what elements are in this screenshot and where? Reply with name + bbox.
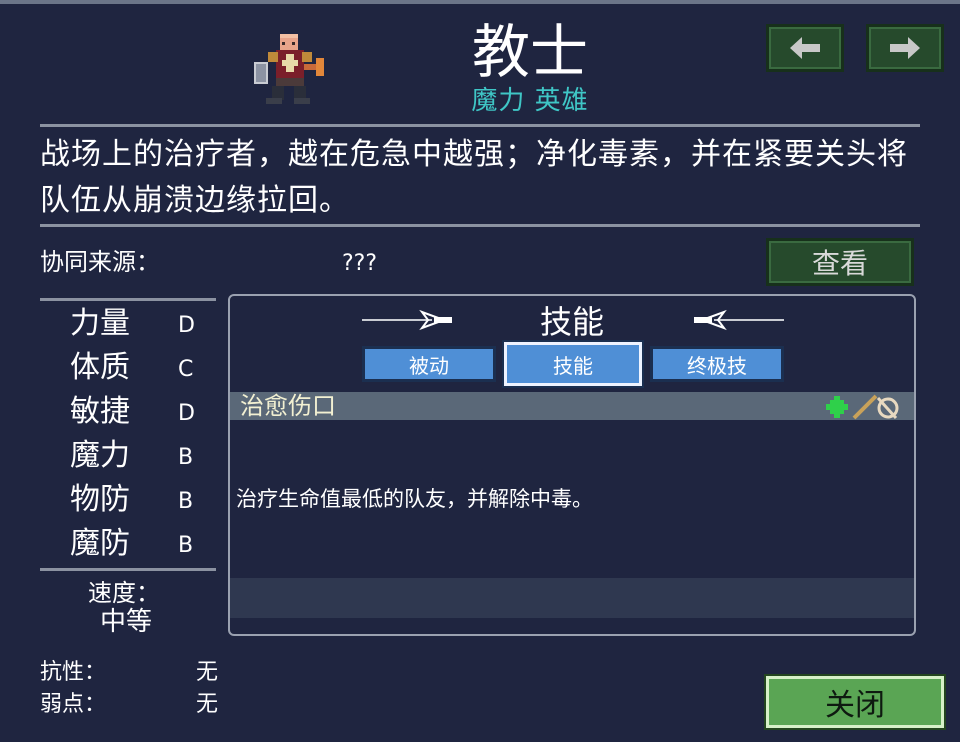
stat-row: 魔防 B [40, 522, 216, 566]
arrow-ornament-icon [694, 309, 784, 331]
skills-panel: 技能 被动 技能 终极技 治愈伤口 治疗生命值最低的队友，并解除中毒。 [228, 294, 916, 636]
stat-grade: D [178, 401, 195, 426]
hero-class-subtitle: 魔力 英雄 [471, 86, 589, 116]
tab-ultimate[interactable]: 终极技 [650, 346, 784, 382]
stat-row: 物防 B [40, 478, 216, 522]
speed-label: 速度： [88, 579, 160, 607]
stat-grade: B [178, 445, 194, 470]
stat-grade: D [178, 313, 195, 338]
speed-value: 中等 [100, 607, 153, 637]
resistance-label: 抗性： [40, 660, 107, 685]
stat-row: 力量 D [40, 302, 216, 346]
stat-row: 敏捷 D [40, 390, 216, 434]
synergy-value: ??? [342, 251, 378, 276]
hero-name: 教士 [471, 18, 588, 86]
weakness-label: 弱点： [40, 692, 107, 717]
stat-row: 魔力 B [40, 434, 216, 478]
next-hero-button[interactable] [866, 24, 944, 72]
stat-name: 魔力 [70, 438, 130, 473]
skill-tag-icons [826, 394, 899, 420]
stat-name: 敏捷 [70, 394, 130, 429]
hero-detail-screen: 教士 魔力 英雄 战场上的治疗者，越在危急中越强；净化毒素，并在紧要关头将队伍从… [0, 0, 960, 742]
stats-divider-bottom [40, 568, 216, 571]
stats-list: 力量 D 体质 C 敏捷 D 魔力 B 物防 B 魔防 B [40, 302, 216, 566]
stat-row: 体质 C [40, 346, 216, 390]
divider-mid [40, 224, 920, 227]
green-gem-icon [826, 396, 848, 418]
skill-description: 治疗生命值最低的队友，并解除中毒。 [236, 487, 593, 511]
skills-panel-footer [230, 578, 914, 618]
arrow-left-icon [790, 37, 820, 59]
skills-panel-title: 技能 [539, 303, 604, 341]
stats-divider-top [40, 298, 216, 301]
tab-passive[interactable]: 被动 [362, 346, 496, 382]
hero-description: 战场上的治疗者，越在危急中越强；净化毒素，并在紧要关头将队伍从崩溃边缘拉回。 [40, 137, 908, 218]
staff-icon [852, 394, 899, 420]
stat-name: 体质 [70, 350, 130, 385]
stat-grade: B [178, 489, 194, 514]
tab-skill[interactable]: 技能 [504, 342, 642, 386]
resistance-value: 无 [196, 660, 219, 685]
stat-grade: B [178, 533, 194, 558]
divider-top [40, 124, 920, 127]
arrow-right-icon [890, 37, 920, 59]
cleric-portrait-icon [254, 34, 324, 104]
close-button[interactable]: 关闭 [766, 676, 944, 728]
stat-grade: C [178, 357, 194, 382]
prev-hero-button[interactable] [766, 24, 844, 72]
synergy-label: 协同来源： [40, 248, 160, 276]
stat-name: 力量 [70, 306, 130, 341]
skill-name: 治愈伤口 [240, 392, 336, 420]
view-synergy-button[interactable]: 查看 [766, 238, 914, 286]
stat-name: 物防 [70, 482, 130, 517]
weakness-value: 无 [196, 692, 219, 717]
stat-name: 魔防 [70, 526, 130, 561]
